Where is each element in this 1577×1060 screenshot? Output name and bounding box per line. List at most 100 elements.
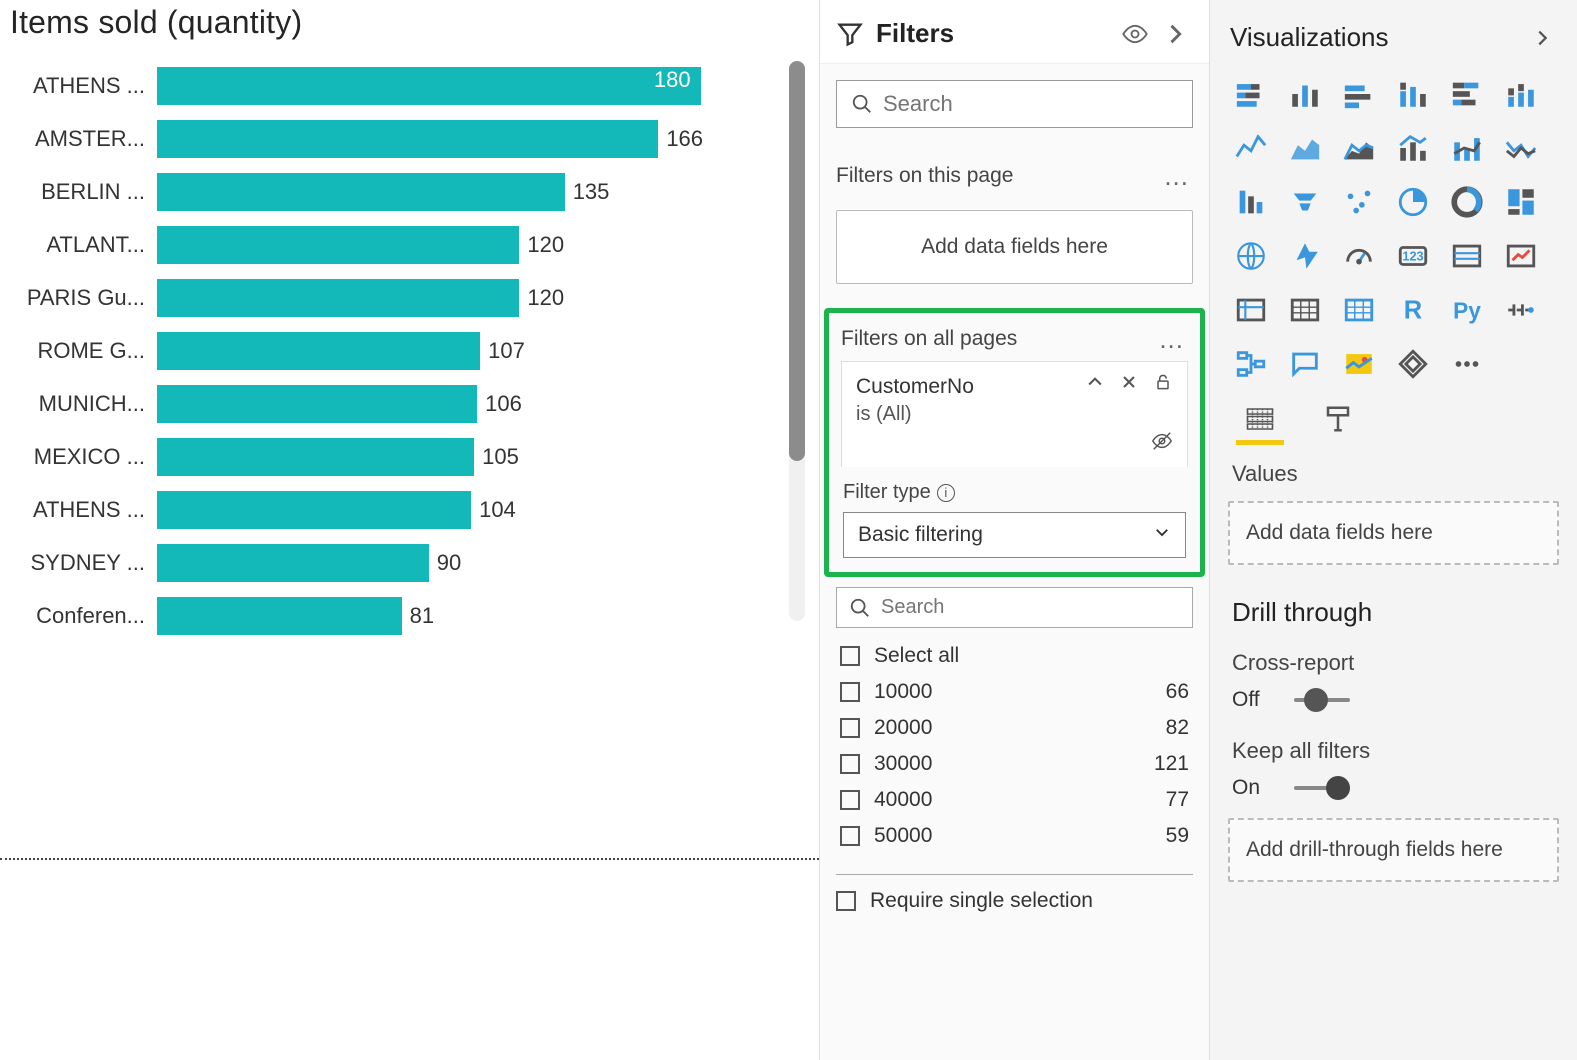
viz-stacked-area[interactable]: [1338, 127, 1380, 169]
viz-stacked-column-100[interactable]: [1500, 73, 1542, 115]
viz-card[interactable]: 123: [1392, 235, 1434, 277]
bar-value: 135: [573, 179, 610, 205]
keep-filters-state: On: [1232, 776, 1282, 800]
checkbox[interactable]: [840, 682, 860, 702]
viz-stacked-bar-100[interactable]: [1446, 73, 1488, 115]
bar-fill: [157, 226, 519, 264]
chart-title: Items sold (quantity): [0, 0, 809, 59]
filter-type-select[interactable]: Basic filtering: [843, 512, 1186, 558]
info-icon[interactable]: i: [937, 484, 955, 502]
viz-line-clustered-column[interactable]: [1392, 127, 1434, 169]
viz-key-influencers[interactable]: [1500, 289, 1542, 331]
viz-area-chart[interactable]: [1284, 127, 1326, 169]
select-all-label: Select all: [874, 644, 1189, 668]
viz-line-stacked-column[interactable]: [1446, 127, 1488, 169]
filter-value-row[interactable]: 2000082: [836, 710, 1193, 746]
viz-gauge[interactable]: [1338, 235, 1380, 277]
viz-clustered-bar[interactable]: [1338, 73, 1380, 115]
filters-page-dropzone[interactable]: Add data fields here: [836, 210, 1193, 284]
lock-icon[interactable]: [1153, 372, 1173, 392]
keep-filters-toggle[interactable]: [1294, 778, 1350, 798]
viz-matrix[interactable]: [1338, 289, 1380, 331]
bar-row[interactable]: ATHENS ...104: [0, 483, 761, 536]
viz-filled-map[interactable]: [1284, 235, 1326, 277]
viz-funnel[interactable]: [1284, 181, 1326, 223]
require-single-row[interactable]: Require single selection: [820, 875, 1209, 927]
cross-report-toggle[interactable]: [1294, 690, 1350, 710]
filter-values-search[interactable]: [836, 587, 1193, 628]
bar-value: 106: [485, 391, 522, 417]
checkbox[interactable]: [836, 891, 856, 911]
viz-arcgis[interactable]: [1338, 343, 1380, 385]
format-tab[interactable]: [1314, 403, 1362, 445]
viz-clustered-column[interactable]: [1284, 73, 1326, 115]
viz-stacked-column[interactable]: [1392, 73, 1434, 115]
filter-value-row[interactable]: 1000066: [836, 674, 1193, 710]
filter-type-label-row: Filter type i: [843, 481, 1186, 504]
drill-through-dropzone[interactable]: Add drill-through fields here: [1228, 818, 1559, 882]
fields-tab[interactable]: [1236, 403, 1284, 445]
chevron-up-icon[interactable]: [1085, 372, 1105, 392]
bar-row[interactable]: ATLANT...120: [0, 218, 761, 271]
viz-scatter[interactable]: [1338, 181, 1380, 223]
viz-slicer[interactable]: [1230, 289, 1272, 331]
bar-row[interactable]: PARIS Gu... 120: [0, 271, 761, 324]
scrollbar-thumb[interactable]: [789, 61, 805, 461]
filter-field-name: CustomerNo: [856, 372, 1075, 401]
bar-row[interactable]: AMSTER...166: [0, 112, 761, 165]
checkbox[interactable]: [840, 646, 860, 666]
viz-table[interactable]: [1284, 289, 1326, 331]
checkbox[interactable]: [840, 718, 860, 738]
bar-row[interactable]: ROME G...107: [0, 324, 761, 377]
select-all-row[interactable]: Select all: [836, 638, 1193, 674]
bar-row[interactable]: MEXICO ...105: [0, 430, 761, 483]
filter-value-row[interactable]: 5000059: [836, 818, 1193, 854]
more-icon[interactable]: ...: [1159, 333, 1184, 346]
viz-qa-visual[interactable]: [1284, 343, 1326, 385]
viz-line-chart[interactable]: [1230, 127, 1272, 169]
chevron-right-icon[interactable]: [1161, 20, 1189, 48]
svg-text:123: 123: [1402, 248, 1423, 263]
filter-value-row[interactable]: 4000077: [836, 782, 1193, 818]
filter-values-search-input[interactable]: [881, 596, 1180, 619]
more-icon[interactable]: ...: [1164, 170, 1189, 183]
filter-field-summary: is (All): [856, 403, 1075, 426]
chevron-right-icon[interactable]: [1531, 27, 1553, 49]
viz-treemap[interactable]: [1500, 181, 1542, 223]
viz-donut[interactable]: [1446, 181, 1488, 223]
checkbox[interactable]: [840, 790, 860, 810]
checkbox[interactable]: [840, 826, 860, 846]
viz-ribbon-chart[interactable]: [1500, 127, 1542, 169]
hide-icon[interactable]: [1151, 430, 1173, 457]
bar-row[interactable]: MUNICH...106: [0, 377, 761, 430]
viz-python-visual[interactable]: Py: [1446, 289, 1488, 331]
bar-track: 104: [157, 491, 761, 529]
filters-search-input[interactable]: [883, 91, 1178, 117]
bar-row[interactable]: ATHENS ...180: [0, 59, 761, 112]
bar-row[interactable]: BERLIN ...135: [0, 165, 761, 218]
viz-kpi[interactable]: [1500, 235, 1542, 277]
filters-search[interactable]: [836, 80, 1193, 128]
bar-value: 120: [527, 285, 564, 311]
checkbox[interactable]: [840, 754, 860, 774]
viz-multi-row-card[interactable]: [1446, 235, 1488, 277]
filter-values-list: Select all 10000662000082300001214000077…: [836, 638, 1193, 854]
filters-header: Filters: [820, 0, 1209, 64]
viz-map[interactable]: [1230, 235, 1272, 277]
viz-power-apps[interactable]: [1392, 343, 1434, 385]
bar-value: 105: [482, 444, 519, 470]
eye-icon[interactable]: [1121, 20, 1149, 48]
values-dropzone[interactable]: Add data fields here: [1228, 501, 1559, 565]
viz-waterfall[interactable]: [1230, 181, 1272, 223]
bar-row[interactable]: Conferen...81: [0, 589, 761, 642]
viz-decomposition-tree[interactable]: [1230, 343, 1272, 385]
clear-filter-icon[interactable]: [1119, 372, 1139, 392]
chart-scrollbar[interactable]: [789, 61, 805, 621]
bar-category: PARIS Gu...: [0, 285, 145, 311]
viz-r-visual[interactable]: R: [1392, 289, 1434, 331]
viz-pie[interactable]: [1392, 181, 1434, 223]
viz-more-visuals[interactable]: [1446, 343, 1488, 385]
viz-stacked-bar-h[interactable]: [1230, 73, 1272, 115]
filter-value-row[interactable]: 30000121: [836, 746, 1193, 782]
bar-row[interactable]: SYDNEY ...90: [0, 536, 761, 589]
